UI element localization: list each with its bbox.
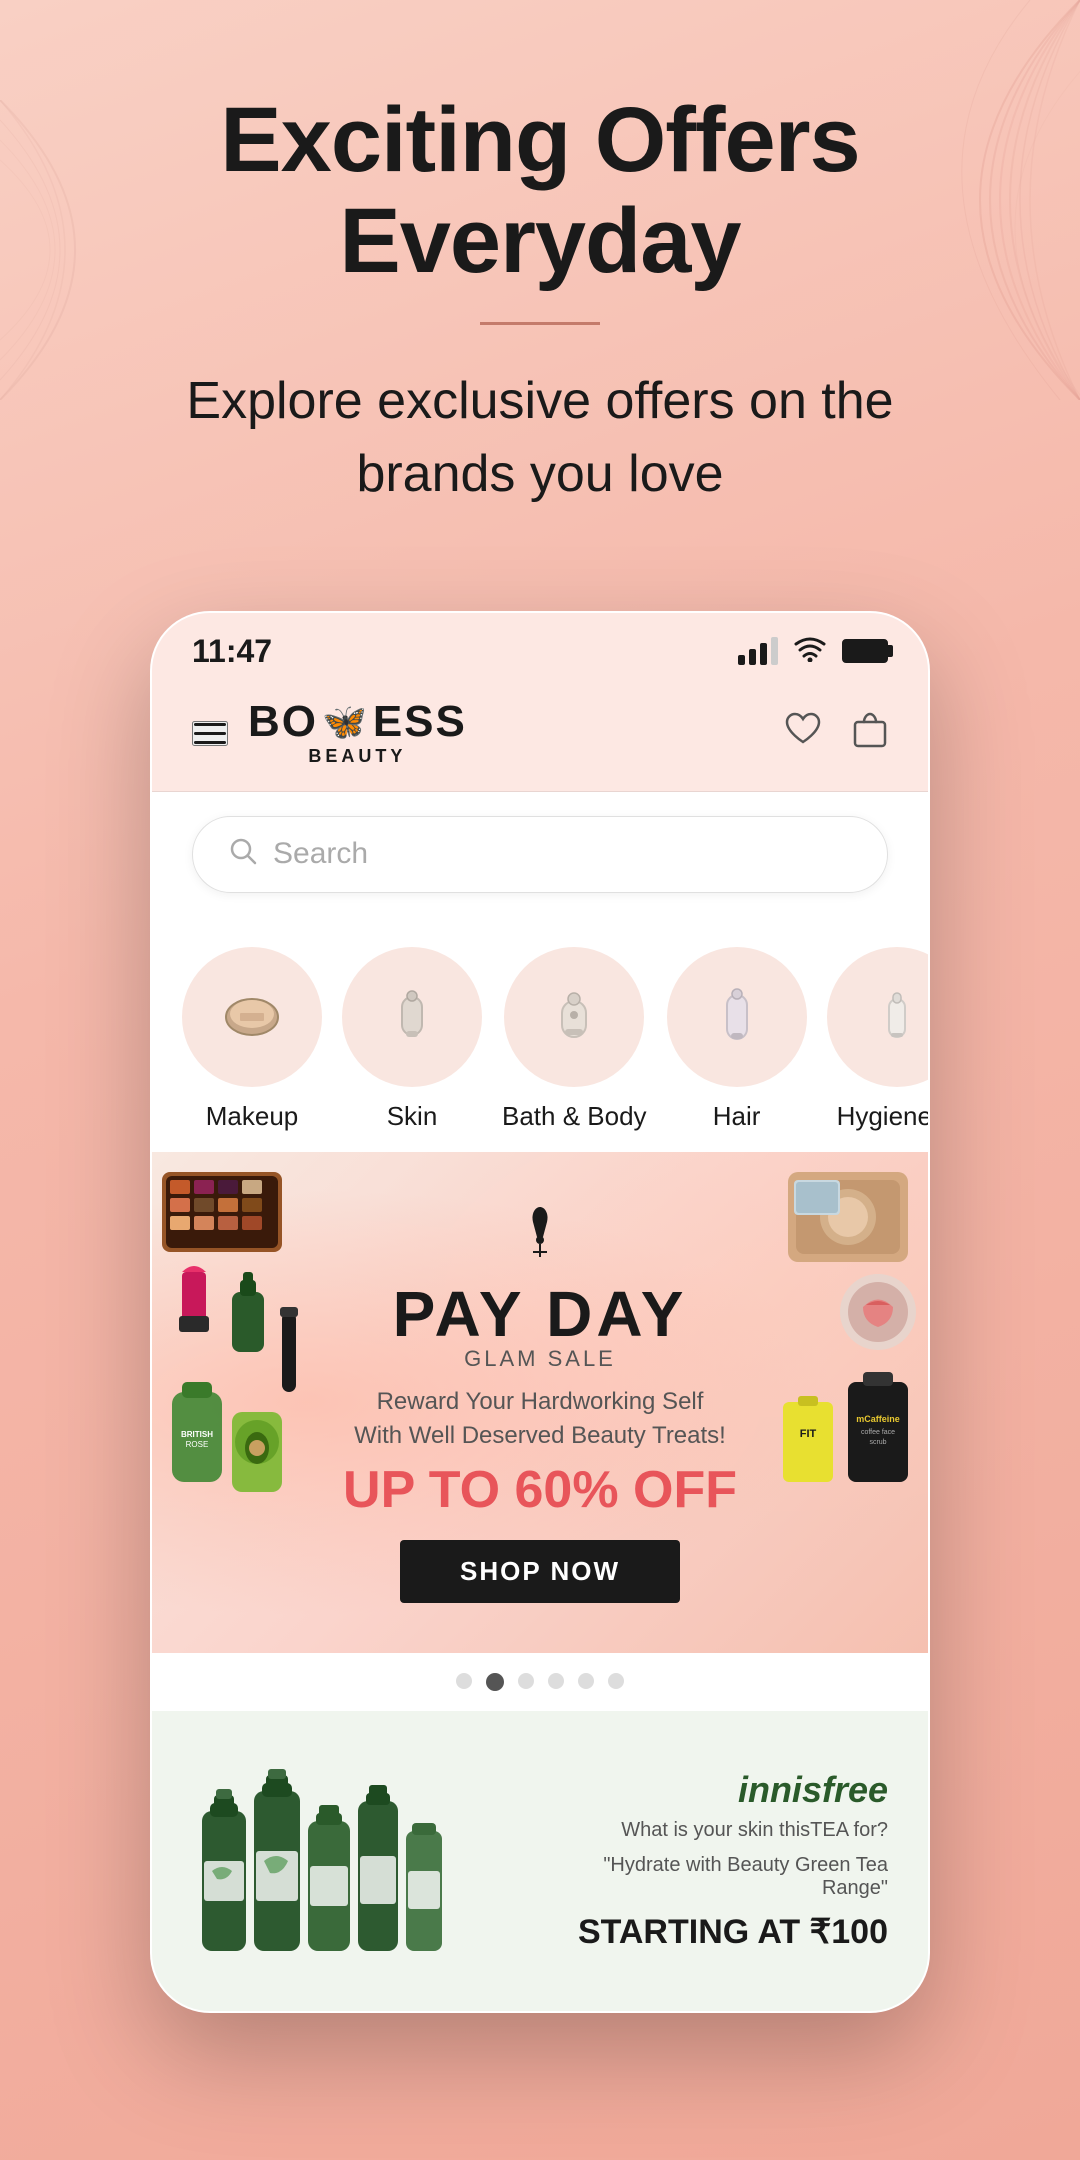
wifi-icon [794, 634, 826, 669]
category-label-hygiene: Hygiene & [837, 1101, 928, 1132]
wishlist-button[interactable] [784, 712, 822, 755]
category-label-skin: Skin [387, 1101, 438, 1132]
search-container: Search [152, 792, 928, 917]
header-left: BO 🦋 ESS BEAUTY [192, 700, 467, 767]
carousel-dots [152, 1653, 928, 1711]
carousel-dot-4[interactable] [548, 1673, 564, 1689]
category-item-makeup[interactable]: Makeup [182, 947, 322, 1132]
phone-container: 11:47 [0, 551, 1080, 2013]
promo-banner: BRITISH ROSE [152, 1152, 928, 1653]
innisfree-products [192, 1751, 525, 1971]
innisfree-tagline: What is your skin thisTEA for? [555, 1819, 888, 1842]
carousel-dot-1[interactable] [456, 1673, 472, 1689]
innisfree-section: innisfree What is your skin thisTEA for?… [152, 1711, 928, 2011]
shop-now-button[interactable]: SHOP NOW [400, 1540, 680, 1603]
promo-event-name: PAY DAY [192, 1282, 888, 1346]
categories-scroll: Makeup Skin [152, 947, 928, 1132]
cart-button[interactable] [852, 710, 888, 757]
status-icons [738, 634, 888, 669]
phone-mockup: 11:47 [150, 611, 930, 2013]
category-item-bath[interactable]: Bath & Body [502, 947, 647, 1132]
search-placeholder: Search [273, 837, 851, 871]
status-bar: 11:47 [152, 613, 928, 680]
innisfree-tagline2: "Hydrate with Beauty Green Tea Range" [555, 1854, 888, 1900]
categories-section: Makeup Skin [152, 917, 928, 1152]
promo-discount: UP TO 60% OFF [192, 1460, 888, 1520]
brand-logo: BO 🦋 ESS BEAUTY [248, 700, 467, 767]
app-header: BO 🦋 ESS BEAUTY [152, 680, 928, 792]
title-divider [480, 322, 600, 325]
status-time: 11:47 [192, 633, 272, 670]
header-right [784, 710, 888, 757]
innisfree-logo: innisfree [555, 1769, 888, 1811]
category-label-makeup: Makeup [206, 1101, 299, 1132]
category-item-hair[interactable]: Hair [667, 947, 807, 1132]
search-box[interactable]: Search [192, 816, 888, 893]
promo-tagline: Reward Your Hardworking Self [192, 1388, 888, 1416]
brand-name: BO 🦋 ESS [248, 700, 467, 744]
menu-button[interactable] [192, 721, 228, 746]
category-item-skin[interactable]: Skin [342, 947, 482, 1132]
innisfree-price: STARTING AT ₹100 [555, 1912, 888, 1952]
promo-icon [192, 1202, 888, 1274]
page-title: Exciting Offers Everyday [60, 90, 1020, 292]
signal-icon [738, 637, 778, 665]
carousel-dot-5[interactable] [578, 1673, 594, 1689]
carousel-dot-3[interactable] [518, 1673, 534, 1689]
category-item-hygiene[interactable]: Hygiene & [827, 947, 928, 1132]
carousel-dot-6[interactable] [608, 1673, 624, 1689]
search-icon [229, 837, 257, 872]
promo-tagline2: With Well Deserved Beauty Treats! [192, 1422, 888, 1450]
category-label-bath: Bath & Body [502, 1101, 647, 1132]
battery-icon [842, 639, 888, 663]
brand-icon: 🦋 [322, 704, 369, 740]
carousel-dot-2[interactable] [486, 1673, 504, 1691]
promo-event-subtitle: GLAM SALE [192, 1346, 888, 1372]
promo-content: PAY DAY GLAM SALE Reward Your Hardworkin… [192, 1202, 888, 1603]
brand-subtitle: BEAUTY [308, 746, 406, 767]
innisfree-info: innisfree What is your skin thisTEA for?… [555, 1769, 888, 1952]
page-header: Exciting Offers Everyday Explore exclusi… [0, 0, 1080, 551]
category-label-hair: Hair [713, 1101, 761, 1132]
page-subtitle: Explore exclusive offers on the brands y… [140, 365, 940, 511]
